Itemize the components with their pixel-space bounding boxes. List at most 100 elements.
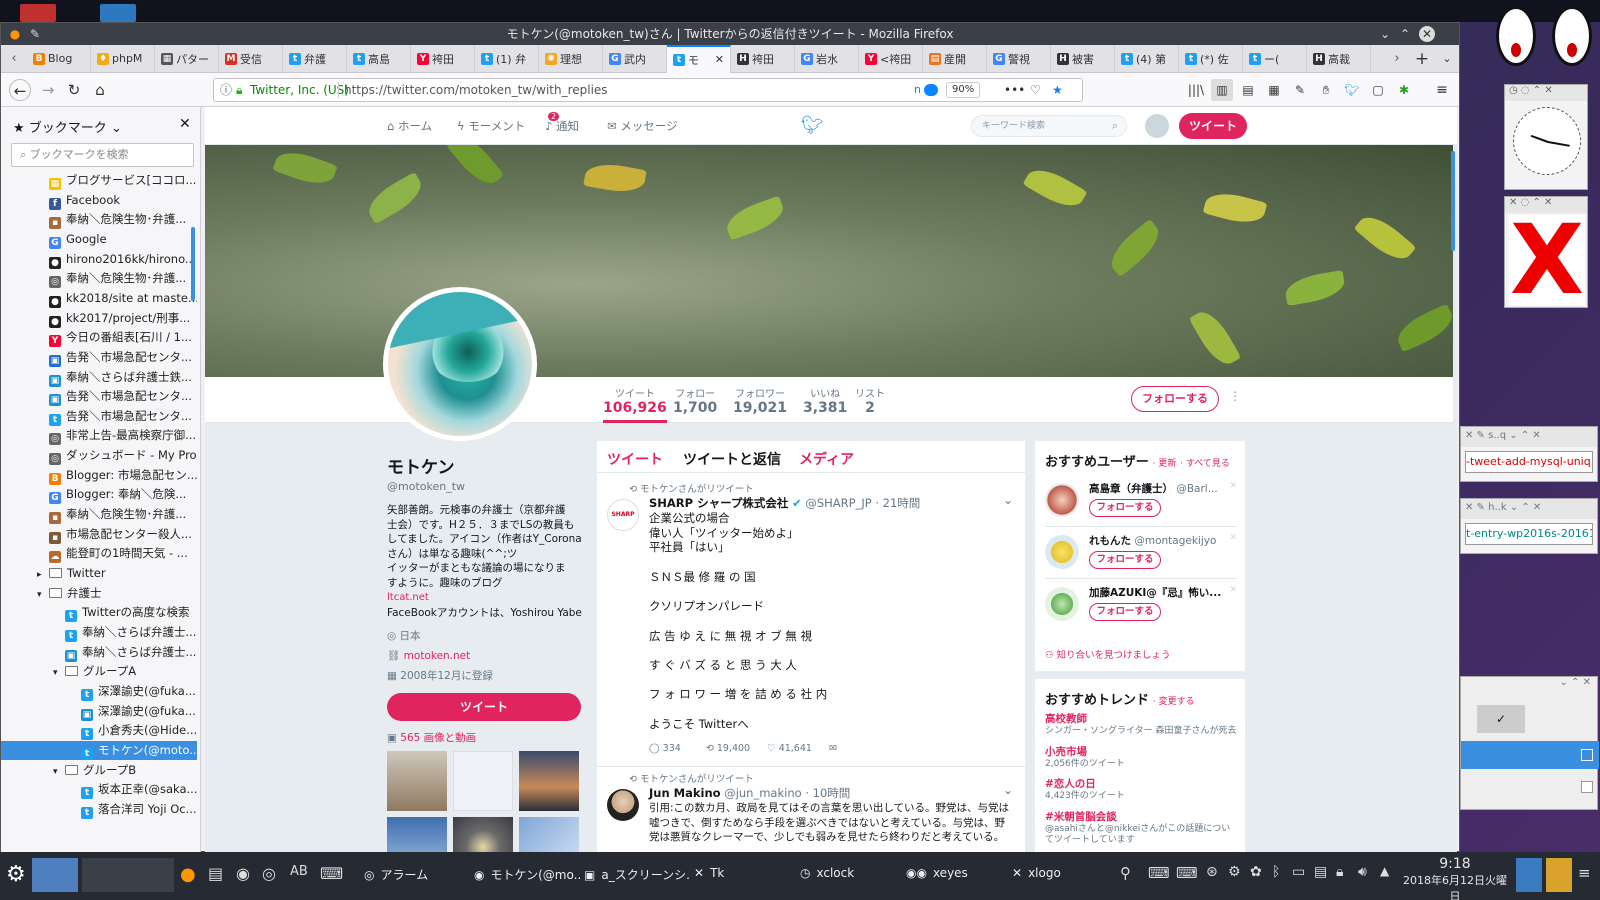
xclock-window[interactable]: ◷ ◌ ⌃ ✕ bbox=[1504, 84, 1588, 190]
expand-icon[interactable]: ▸ bbox=[37, 566, 49, 583]
reply-icon[interactable]: ◯ bbox=[649, 743, 660, 754]
browser-tab[interactable]: t (1) 弁 bbox=[475, 44, 539, 73]
wtf-refresh-link[interactable]: 更新 bbox=[1158, 459, 1176, 469]
pocket-icon[interactable]: ♡ bbox=[1030, 79, 1041, 101]
bookmark-item[interactable]: ▪ 奉納＼危険生物･弁護... bbox=[1, 210, 197, 230]
clipboard-icon[interactable]: ▢ bbox=[1367, 79, 1389, 101]
suggested-user[interactable]: れもんた @montagekijyo ✕ フォローする bbox=[1045, 531, 1237, 579]
reload-icon[interactable]: ↻ bbox=[63, 79, 85, 101]
tweet-avatar[interactable] bbox=[607, 789, 639, 821]
bookmark-item[interactable]: ● kk2017/project/刑事... bbox=[1, 309, 197, 328]
bookmark-item[interactable]: ▦ ブログサービス[ココロ... bbox=[1, 171, 197, 190]
browser-tab[interactable]: ✺ 理想 bbox=[539, 44, 603, 73]
like-icon[interactable]: ♡ bbox=[767, 743, 776, 754]
browser-tab[interactable]: G 警視 bbox=[987, 44, 1051, 73]
window-titlebar[interactable]: ✕ ✎ h..k ⌄ ⌃ ✕ bbox=[1461, 499, 1597, 519]
follow-user-button[interactable]: フォローする bbox=[1089, 499, 1161, 517]
user-avatar[interactable] bbox=[1045, 587, 1079, 621]
bookmark-item[interactable]: t 小倉秀夫(@Hide... bbox=[1, 721, 197, 741]
twitter-logo-icon[interactable]: 🐦︎ bbox=[801, 115, 824, 136]
volume-icon[interactable]: 🔊︎ bbox=[1358, 864, 1367, 880]
window-titlebar[interactable]: ⌄ ⌃ ✕ bbox=[1461, 677, 1597, 697]
folder-icon[interactable] bbox=[20, 4, 56, 22]
tab-list-icon[interactable]: ⌄ bbox=[1435, 52, 1459, 65]
collapse-icon[interactable]: ▾ bbox=[53, 664, 65, 681]
media-thumbnail[interactable] bbox=[453, 751, 513, 811]
checkmark-icon[interactable]: ✓ bbox=[1477, 705, 1525, 733]
bio-link[interactable]: ltcat.net bbox=[387, 592, 429, 603]
xeyes-window[interactable] bbox=[1496, 6, 1548, 78]
media-thumbnail[interactable] bbox=[453, 817, 513, 853]
maximize-icon[interactable]: ⌃ bbox=[1397, 26, 1413, 42]
library-icon[interactable]: |||\ bbox=[1185, 79, 1207, 101]
bookmark-item[interactable]: G Google bbox=[1, 230, 197, 249]
text-field[interactable]: -tweet-add-mysql-uniq.r bbox=[1465, 451, 1593, 473]
close-icon[interactable]: ✕ bbox=[1419, 26, 1435, 42]
checkbox[interactable] bbox=[1581, 781, 1593, 793]
find-friends-link[interactable]: ⚇ 知り合いを見つけましょう bbox=[1045, 647, 1171, 661]
network-icon[interactable]: ⊛ bbox=[1206, 864, 1218, 880]
dismiss-icon[interactable]: ✕ bbox=[1229, 481, 1237, 491]
profile-stat[interactable]: いいね 3,381 bbox=[803, 385, 847, 416]
trend-item[interactable]: 小売市場 2,056件のツイート bbox=[1045, 744, 1237, 771]
bookmark-item[interactable]: ▣ 奉納＼さらば弁護士... bbox=[1, 643, 197, 662]
tweet[interactable]: ⟲ モトケンさんがリツイート Jun Makino @jun_makino · … bbox=[597, 767, 1025, 853]
tweet-handle[interactable]: @jun_makino bbox=[724, 786, 801, 800]
browser-tab[interactable]: H 被害 bbox=[1051, 44, 1115, 73]
page-actions-icon[interactable]: ••• bbox=[1004, 79, 1025, 101]
keyboard-icon[interactable]: ⌨ bbox=[1148, 864, 1170, 882]
sidebar-toggle-icon[interactable]: ▥ bbox=[1211, 79, 1233, 101]
follow-user-button[interactable]: フォローする bbox=[1089, 603, 1161, 621]
account-avatar[interactable] bbox=[1145, 114, 1169, 138]
bookmark-item[interactable]: t モトケン(@moto... bbox=[1, 740, 197, 760]
user-name[interactable]: 高島章（弁護士） bbox=[1089, 483, 1173, 495]
scrollbar-thumb[interactable] bbox=[191, 227, 195, 301]
tweet-menu-icon[interactable]: ⌄ bbox=[1003, 493, 1013, 507]
browser-tab[interactable]: Y <袴田 bbox=[859, 44, 923, 73]
back-icon[interactable]: ← bbox=[9, 79, 31, 101]
twitter-ext-icon[interactable]: 🐦︎ bbox=[1341, 79, 1363, 101]
document-launcher-icon[interactable]: ▤ bbox=[208, 864, 223, 883]
browser-tab[interactable]: t (*) 佐 bbox=[1179, 44, 1243, 73]
xeyes-window-2[interactable] bbox=[1552, 6, 1600, 78]
suggested-user[interactable]: 高島章（弁護士） @Barl... ✕ フォローする bbox=[1045, 479, 1237, 527]
bookmark-star-icon[interactable]: ★ bbox=[1052, 79, 1063, 101]
tweet-author[interactable]: SHARP シャープ株式会社 bbox=[649, 496, 788, 510]
bookmark-search-input[interactable]: ⌕ ブックマークを検索 bbox=[11, 143, 194, 167]
settings-icon[interactable]: ⚙ bbox=[1228, 864, 1241, 880]
clock[interactable]: 9:18 2018年6月12日火曜日 bbox=[1400, 856, 1510, 900]
font-launcher-icon[interactable]: AB bbox=[290, 864, 308, 879]
dialog-window[interactable]: ⌄ ⌃ ✕ ✓ bbox=[1460, 676, 1599, 810]
follow-button[interactable]: フォローする bbox=[1131, 386, 1219, 412]
app-launcher-icon[interactable]: ⚙ bbox=[6, 862, 26, 887]
taskbar-window[interactable]: ◉ モトケン(@mo... bbox=[474, 866, 580, 883]
bookmark-item[interactable]: t Twitterの高度な検索 bbox=[1, 603, 197, 623]
tab-media[interactable]: メディア bbox=[799, 449, 854, 469]
bookmark-item[interactable]: t 落合洋司 Yoji Oc... bbox=[1, 800, 197, 819]
hand-icon[interactable]: ✋︎ bbox=[1315, 79, 1337, 101]
media-thumbnail[interactable] bbox=[387, 751, 447, 811]
profile-website[interactable]: ⛓︎ motoken.net bbox=[387, 649, 583, 662]
profile-stat[interactable]: ツイート 106,926 bbox=[603, 385, 667, 423]
desktop-pager[interactable] bbox=[32, 858, 78, 892]
browser-tab[interactable]: ▤ 産開 bbox=[923, 44, 987, 73]
browser-tab[interactable]: Y 袴田 bbox=[411, 44, 475, 73]
browser-tab[interactable]: M 受信 bbox=[219, 44, 283, 73]
bookmark-item[interactable]: ▣ 奉納＼さらば弁護士鉄... bbox=[1, 368, 197, 387]
bookmark-item[interactable]: ▣ 深澤諭史(@fuka... bbox=[1, 702, 197, 721]
profile-avatar[interactable] bbox=[383, 287, 537, 441]
dismiss-icon[interactable]: ✕ bbox=[1229, 533, 1237, 543]
browser-tab[interactable]: G 岩水 bbox=[795, 44, 859, 73]
follow-user-button[interactable]: フォローする bbox=[1089, 551, 1161, 569]
user-avatar[interactable] bbox=[1045, 483, 1079, 517]
text-field[interactable]: t-entry-wp2016s-20161 bbox=[1465, 523, 1593, 545]
profile-stat[interactable]: フォロワー 19,021 bbox=[733, 385, 787, 416]
collapse-icon[interactable]: ▾ bbox=[37, 586, 49, 603]
taskbar-window[interactable]: ✕ Tk bbox=[694, 866, 800, 880]
home-icon[interactable]: ⌂ bbox=[89, 79, 111, 101]
taskbar-window[interactable]: ◷ xclock bbox=[800, 866, 906, 880]
media-thumbnail[interactable] bbox=[387, 817, 447, 853]
bookmark-item[interactable]: ▣ 告発＼市場急配センタ... bbox=[1, 348, 197, 367]
tweet-time[interactable]: 21時間 bbox=[883, 496, 921, 510]
forward-icon[interactable]: → bbox=[37, 79, 59, 101]
